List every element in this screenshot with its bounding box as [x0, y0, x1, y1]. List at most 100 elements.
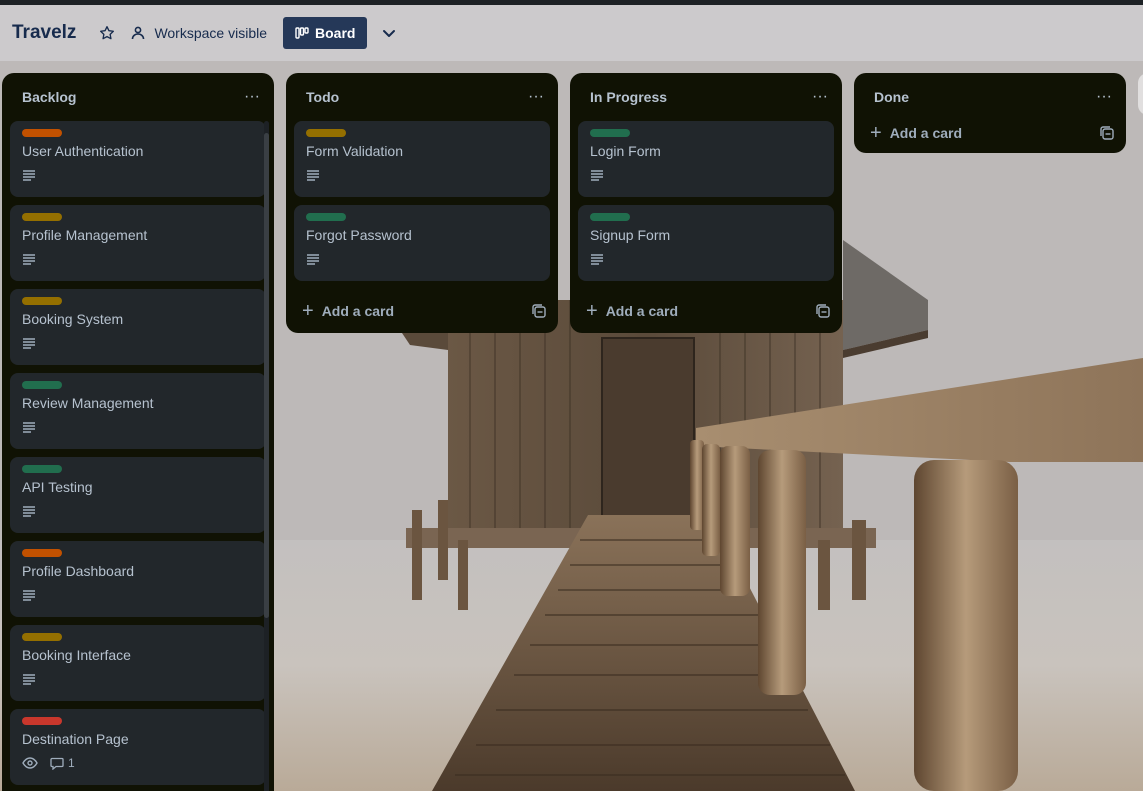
list-title[interactable]: Backlog — [22, 89, 76, 105]
list-title[interactable]: In Progress — [590, 89, 667, 105]
card-template-icon — [532, 304, 546, 318]
list-title[interactable]: Done — [874, 89, 909, 105]
board-view-button[interactable]: Board — [283, 17, 368, 49]
add-card-button[interactable]: + Add a card — [586, 300, 679, 322]
card-label[interactable] — [590, 213, 630, 221]
card-title: Login Form — [590, 143, 661, 159]
card-title: Review Management — [22, 395, 154, 411]
description-icon — [22, 589, 40, 601]
card-label[interactable] — [22, 465, 62, 473]
card-destination-page[interactable]: Destination Page 1 — [10, 709, 266, 785]
card-title: Destination Page — [22, 731, 129, 747]
view-switcher-button[interactable] — [377, 21, 401, 45]
card-label[interactable] — [22, 297, 62, 305]
card-label[interactable] — [306, 129, 346, 137]
eye-icon — [22, 757, 42, 769]
list-menu-button[interactable]: ··· — [240, 89, 264, 105]
card-label[interactable] — [22, 549, 62, 557]
board-header: Travelz Workspace visible Board — [0, 5, 1143, 61]
card-container: User Authentication Profile Management B… — [2, 121, 274, 785]
add-card-label: Add a card — [605, 303, 679, 319]
list-header: Backlog ··· — [2, 73, 274, 121]
card-container: Form Validation Forgot Password — [286, 121, 558, 281]
card-profile-management[interactable]: Profile Management — [10, 205, 266, 281]
card-api-testing[interactable]: API Testing — [10, 457, 266, 533]
list-backlog: Backlog ··· User Authentication Profile … — [2, 73, 274, 791]
add-card-row: + Add a card — [570, 289, 842, 333]
card-forgot-password[interactable]: Forgot Password — [294, 205, 550, 281]
workspace-people-icon — [130, 25, 146, 41]
plus-icon: + — [870, 122, 882, 144]
star-icon — [100, 26, 115, 40]
card-booking-system[interactable]: Booking System — [10, 289, 266, 365]
card-title: Profile Dashboard — [22, 563, 135, 579]
list-todo: Todo ··· Form Validation Forgot Password… — [286, 73, 558, 333]
description-icon — [306, 253, 324, 265]
board-view-label: Board — [315, 25, 356, 41]
list-header: In Progress ··· — [570, 73, 842, 121]
description-icon — [22, 421, 40, 433]
comment-icon — [50, 757, 64, 770]
card-booking-interface[interactable]: Booking Interface — [10, 625, 266, 701]
list-header: Todo ··· — [286, 73, 558, 121]
card-title: Forgot Password — [306, 227, 412, 243]
card-label[interactable] — [22, 213, 62, 221]
add-card-row: + Add a card — [854, 113, 1126, 153]
list-title[interactable]: Todo — [306, 89, 339, 105]
description-icon — [590, 253, 608, 265]
list-menu-button[interactable]: ··· — [1092, 89, 1116, 105]
card-template-icon — [816, 304, 830, 318]
create-from-template-button[interactable] — [532, 304, 546, 318]
card-label[interactable] — [590, 129, 630, 137]
add-card-button[interactable]: + Add a card — [870, 122, 963, 144]
card-title: Signup Form — [590, 227, 671, 243]
card-title: Profile Management — [22, 227, 148, 243]
card-label[interactable] — [306, 213, 346, 221]
visibility-button[interactable]: Workspace visible — [130, 25, 267, 41]
chevron-down-icon — [383, 30, 396, 37]
card-title: Booking System — [22, 311, 124, 327]
board-title[interactable]: Travelz — [12, 22, 76, 44]
card-title: API Testing — [22, 479, 93, 495]
add-another-list-button[interactable] — [1138, 73, 1143, 115]
description-icon — [590, 169, 608, 181]
description-icon — [22, 169, 40, 181]
description-icon — [22, 253, 40, 265]
plus-icon: + — [302, 300, 314, 322]
list-in-progress: In Progress ··· Login Form Signup Form +… — [570, 73, 842, 333]
add-card-button[interactable]: + Add a card — [302, 300, 395, 322]
add-card-label: Add a card — [321, 303, 395, 319]
description-icon — [22, 505, 40, 517]
add-card-label: Add a card — [889, 125, 963, 141]
create-from-template-button[interactable] — [816, 304, 830, 318]
card-user-authentication[interactable]: User Authentication — [10, 121, 266, 197]
visibility-label: Workspace visible — [154, 25, 267, 41]
card-title: Booking Interface — [22, 647, 131, 663]
list-done: Done ··· + Add a card — [854, 73, 1126, 153]
card-label[interactable] — [22, 129, 62, 137]
card-template-icon — [1100, 126, 1114, 140]
list-menu-button[interactable]: ··· — [808, 89, 832, 105]
card-title: User Authentication — [22, 143, 144, 159]
comment-count: 1 — [68, 756, 75, 770]
card-container: Login Form Signup Form — [570, 121, 842, 281]
board-view-icon — [295, 27, 309, 39]
create-from-template-button[interactable] — [1100, 126, 1114, 140]
card-label[interactable] — [22, 717, 62, 725]
list-menu-button[interactable]: ··· — [524, 89, 548, 105]
card-form-validation[interactable]: Form Validation — [294, 121, 550, 197]
plus-icon: + — [586, 300, 598, 322]
scrollbar-thumb[interactable] — [264, 133, 269, 618]
description-icon — [22, 673, 40, 685]
card-label[interactable] — [22, 381, 62, 389]
list-scrollbar[interactable] — [260, 121, 270, 791]
description-icon — [306, 169, 324, 181]
card-label[interactable] — [22, 633, 62, 641]
card-profile-dashboard[interactable]: Profile Dashboard — [10, 541, 266, 617]
card-signup-form[interactable]: Signup Form — [578, 205, 834, 281]
card-login-form[interactable]: Login Form — [578, 121, 834, 197]
star-board-button[interactable] — [96, 22, 118, 44]
description-icon — [22, 337, 40, 349]
card-review-management[interactable]: Review Management — [10, 373, 266, 449]
card-title: Form Validation — [306, 143, 404, 159]
